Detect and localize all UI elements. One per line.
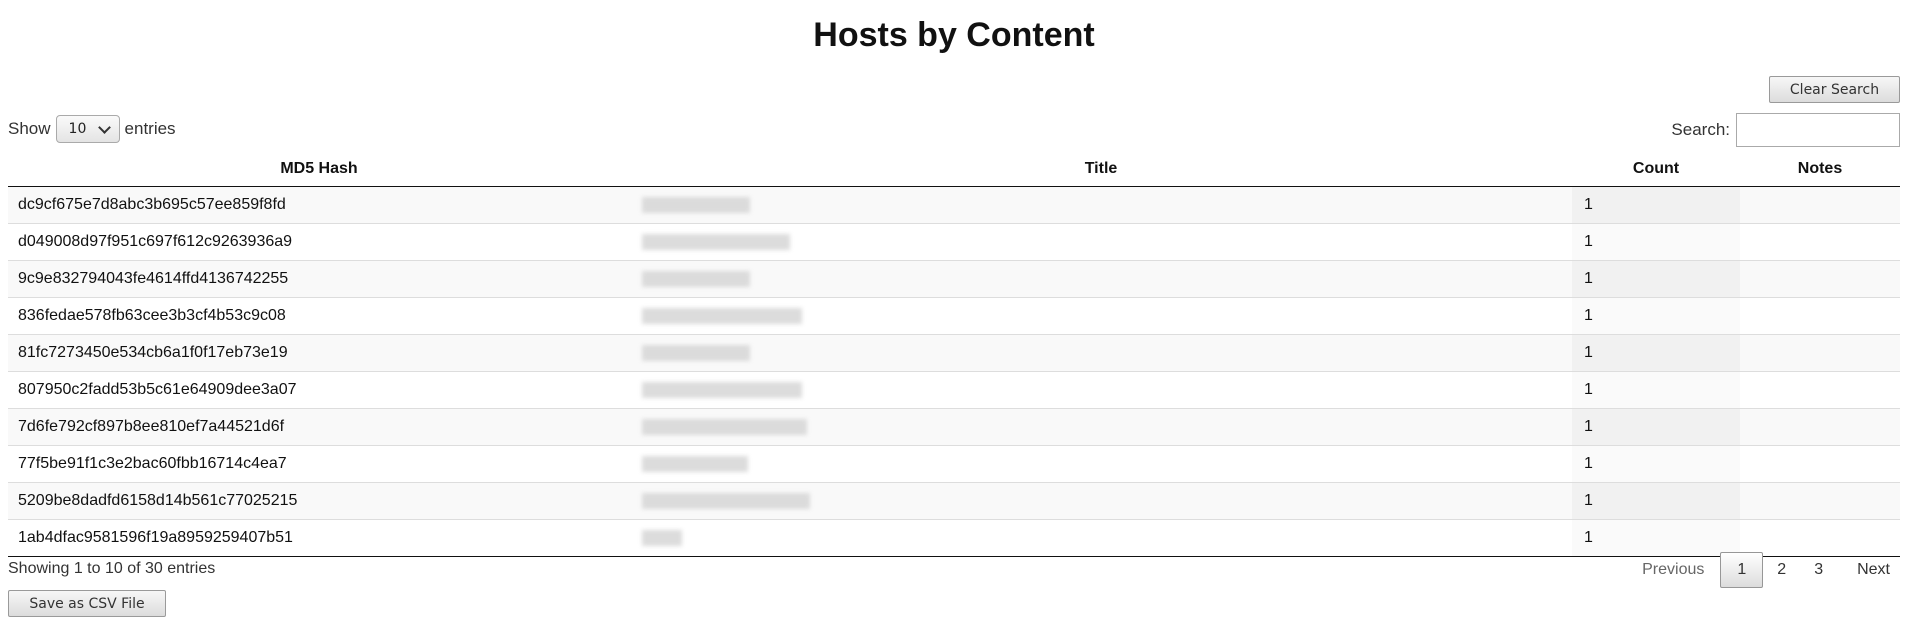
redacted-title: [642, 492, 810, 509]
table-row[interactable]: 5209be8dadfd6158d14b561c77025215 1: [8, 482, 1900, 520]
count-cell: 1: [1572, 445, 1740, 483]
redacted-title: [642, 529, 682, 546]
next-page-button[interactable]: Next: [1837, 552, 1900, 588]
count-cell: 1: [1572, 482, 1740, 520]
column-header-notes[interactable]: Notes: [1740, 152, 1900, 187]
count-cell: 1: [1572, 186, 1740, 224]
pagination: Previous 1 2 3 Next: [1628, 552, 1900, 588]
clear-search-button[interactable]: Clear Search: [1769, 76, 1900, 103]
md5-hash-cell: 81fc7273450e534cb6a1f0f17eb73e19: [8, 334, 630, 372]
md5-hash-cell: 1ab4dfac9581596f19a8959259407b51: [8, 519, 630, 557]
redacted-title: [642, 344, 750, 361]
title-cell: [630, 519, 1572, 557]
notes-cell: [1740, 482, 1900, 520]
title-cell: [630, 223, 1572, 261]
title-cell: [630, 334, 1572, 372]
title-cell: [630, 260, 1572, 298]
md5-hash-cell: 5209be8dadfd6158d14b561c77025215: [8, 482, 630, 520]
notes-cell: [1740, 260, 1900, 298]
table-header-row: MD5 Hash Title Count Notes: [8, 152, 1900, 187]
search-control: Search:: [1671, 113, 1900, 147]
show-label: Show: [8, 119, 51, 138]
count-cell: 1: [1572, 408, 1740, 446]
md5-hash-cell: 7d6fe792cf897b8ee810ef7a44521d6f: [8, 408, 630, 446]
entries-per-page-value: 10: [68, 121, 87, 137]
md5-hash-cell: 807950c2fadd53b5c61e64909dee3a07: [8, 371, 630, 409]
notes-cell: [1740, 334, 1900, 372]
count-cell: 1: [1572, 519, 1740, 557]
redacted-title: [642, 418, 807, 435]
notes-cell: [1740, 408, 1900, 446]
table-row[interactable]: 9c9e832794043fe4614ffd4136742255 1: [8, 260, 1900, 298]
md5-hash-cell: 9c9e832794043fe4614ffd4136742255: [8, 260, 630, 298]
table-row[interactable]: 77f5be91f1c3e2bac60fbb16714c4ea7 1: [8, 445, 1900, 483]
title-cell: [630, 482, 1572, 520]
page-button-3[interactable]: 3: [1800, 552, 1837, 588]
page-button-1[interactable]: 1: [1720, 552, 1764, 588]
notes-cell: [1740, 519, 1900, 557]
entries-per-page-select[interactable]: 10: [55, 115, 120, 143]
count-cell: 1: [1572, 260, 1740, 298]
redacted-title: [642, 196, 750, 213]
redacted-title: [642, 233, 790, 250]
table-row[interactable]: 1ab4dfac9581596f19a8959259407b51 1: [8, 519, 1900, 557]
previous-page-button[interactable]: Previous: [1628, 552, 1720, 588]
table-row[interactable]: dc9cf675e7d8abc3b695c57ee859f8fd 1: [8, 186, 1900, 224]
table-row[interactable]: 836fedae578fb63cee3b3cf4b53c9c08 1: [8, 297, 1900, 335]
notes-cell: [1740, 223, 1900, 261]
search-label: Search:: [1671, 120, 1730, 139]
search-input[interactable]: [1736, 113, 1900, 147]
table-info: Showing 1 to 10 of 30 entries: [8, 560, 216, 577]
page-button-2[interactable]: 2: [1763, 552, 1800, 588]
column-header-count[interactable]: Count: [1572, 152, 1740, 187]
hosts-table: MD5 Hash Title Count Notes dc9cf675e7d8a…: [8, 152, 1900, 557]
notes-cell: [1740, 445, 1900, 483]
title-cell: [630, 445, 1572, 483]
column-header-md5-hash[interactable]: MD5 Hash: [8, 152, 630, 187]
count-cell: 1: [1572, 371, 1740, 409]
table-row[interactable]: 81fc7273450e534cb6a1f0f17eb73e19 1: [8, 334, 1900, 372]
title-cell: [630, 408, 1572, 446]
redacted-title: [642, 381, 802, 398]
md5-hash-cell: dc9cf675e7d8abc3b695c57ee859f8fd: [8, 186, 630, 224]
redacted-title: [642, 270, 750, 287]
redacted-title: [642, 455, 748, 472]
column-header-title[interactable]: Title: [630, 152, 1572, 187]
title-cell: [630, 297, 1572, 335]
md5-hash-cell: d049008d97f951c697f612c9263936a9: [8, 223, 630, 261]
notes-cell: [1740, 371, 1900, 409]
count-cell: 1: [1572, 334, 1740, 372]
save-csv-button[interactable]: Save as CSV File: [8, 590, 166, 617]
redacted-title: [642, 307, 802, 324]
table-row[interactable]: 7d6fe792cf897b8ee810ef7a44521d6f 1: [8, 408, 1900, 446]
entries-length-control: Show 10 entries: [8, 115, 176, 143]
title-cell: [630, 371, 1572, 409]
title-cell: [630, 186, 1572, 224]
count-cell: 1: [1572, 297, 1740, 335]
chevron-down-icon: [97, 120, 111, 134]
md5-hash-cell: 77f5be91f1c3e2bac60fbb16714c4ea7: [8, 445, 630, 483]
notes-cell: [1740, 297, 1900, 335]
table-row[interactable]: d049008d97f951c697f612c9263936a9 1: [8, 223, 1900, 261]
notes-cell: [1740, 186, 1900, 224]
page-title: Hosts by Content: [813, 16, 1095, 54]
table-row[interactable]: 807950c2fadd53b5c61e64909dee3a07 1: [8, 371, 1900, 409]
entries-label: entries: [124, 119, 176, 138]
md5-hash-cell: 836fedae578fb63cee3b3cf4b53c9c08: [8, 297, 630, 335]
count-cell: 1: [1572, 223, 1740, 261]
